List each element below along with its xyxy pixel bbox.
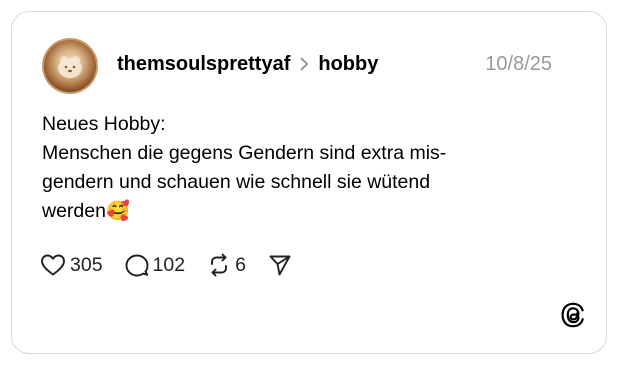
repost-count: 6 bbox=[235, 253, 246, 276]
post-card: themsoulsprettyaf hobby 10/8/25 Neues Ho… bbox=[11, 11, 607, 354]
username-link[interactable]: themsoulsprettyaf bbox=[117, 53, 290, 76]
post-body: Neues Hobby: Menschen die gegens Gendern… bbox=[42, 110, 542, 226]
post-line: werden🥰 bbox=[42, 197, 542, 226]
post-line: Neues Hobby: bbox=[42, 113, 166, 135]
post-line-text: werden bbox=[42, 200, 106, 222]
heart-icon bbox=[41, 254, 65, 276]
reply-count: 102 bbox=[152, 253, 186, 276]
share-button[interactable] bbox=[268, 253, 292, 277]
post-line: Menschen die gegens Gendern sind extra m… bbox=[42, 142, 447, 164]
action-bar: 305 102 6 bbox=[40, 250, 314, 280]
post-line: gendern und schauen wie schnell sie wüte… bbox=[42, 171, 431, 193]
send-icon bbox=[269, 255, 291, 276]
reply-button[interactable]: 102 bbox=[125, 253, 186, 277]
chevron-right-icon bbox=[300, 57, 309, 71]
like-button[interactable]: 305 bbox=[40, 253, 103, 277]
like-count: 305 bbox=[70, 253, 103, 276]
topic-link[interactable]: hobby bbox=[318, 53, 378, 76]
post-header: themsoulsprettyaf hobby bbox=[117, 50, 378, 78]
speech-bubble-icon bbox=[125, 254, 148, 277]
post-date: 10/8/25 bbox=[485, 53, 552, 75]
avatar[interactable] bbox=[42, 38, 98, 94]
threads-logo-icon[interactable] bbox=[560, 302, 586, 328]
repost-icon bbox=[211, 253, 228, 277]
smiling-hearts-emoji: 🥰 bbox=[105, 201, 130, 222]
repost-button[interactable]: 6 bbox=[207, 253, 246, 277]
